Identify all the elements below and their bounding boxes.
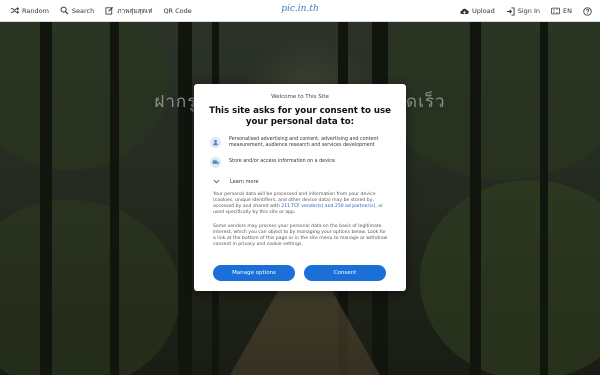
device-icon [210,157,221,168]
search-label: Search [71,6,95,15]
manage-options-button[interactable]: Manage options [213,265,295,281]
learn-more-label: Learn more [230,178,259,185]
site-logo[interactable]: pic.in.th [270,4,330,14]
help-button[interactable] [583,6,592,16]
help-icon [583,6,592,16]
sign-in-icon [506,6,515,16]
random-label: Random [22,6,49,15]
cloud-upload-icon [460,7,469,16]
chevron-down-icon [212,177,221,186]
sign-in-button[interactable]: Sign In [506,6,541,16]
thai-menu-link[interactable]: ภาพสุ่มสุดเท่ [105,6,152,16]
consent-button[interactable]: Consent [304,265,386,281]
data-processing-notice: Your personal data will be processed and… [213,192,388,216]
vendors-link[interactable]: 211 TCF vendor(s) and 250 ad partner(s) [281,204,375,209]
welcome-text: Welcome to This Site [271,94,329,100]
purpose-text: Personalised advertising and content, ad… [229,137,379,149]
qr-code-label: QR Code [163,6,192,15]
random-link[interactable]: Random [10,6,49,15]
search-link[interactable]: Search [60,6,94,15]
thai-menu-label: ภาพสุ่มสุดเท่ [117,6,153,15]
edit-icon [105,6,114,15]
language-selector[interactable]: EN [551,7,572,16]
purpose-device-storage: Store and/or access information on a dev… [210,157,387,168]
language-icon [551,7,560,16]
language-label: EN [563,7,572,15]
consent-heading: This site asks for your consent to use y… [209,106,391,127]
upload-label: Upload [471,7,495,15]
sign-in-label: Sign In [517,7,541,15]
purpose-text: Store and/or access information on a dev… [229,159,335,164]
search-icon [60,6,69,15]
top-navigation-bar: Random Search ภาพสุ่มสุดเท่ QR Code pic.… [0,0,600,22]
legitimate-interest-notice: Some vendors may process your personal d… [213,224,388,248]
learn-more-toggle[interactable]: Learn more [212,177,259,186]
person-icon [210,137,221,148]
upload-button[interactable]: Upload [460,7,495,16]
shuffle-icon [10,6,19,15]
purpose-personalised-ads: Personalised advertising and content, ad… [210,137,387,150]
consent-dialog: Welcome to This Site This site asks for … [194,84,406,291]
qr-code-link[interactable]: QR Code [163,7,191,15]
